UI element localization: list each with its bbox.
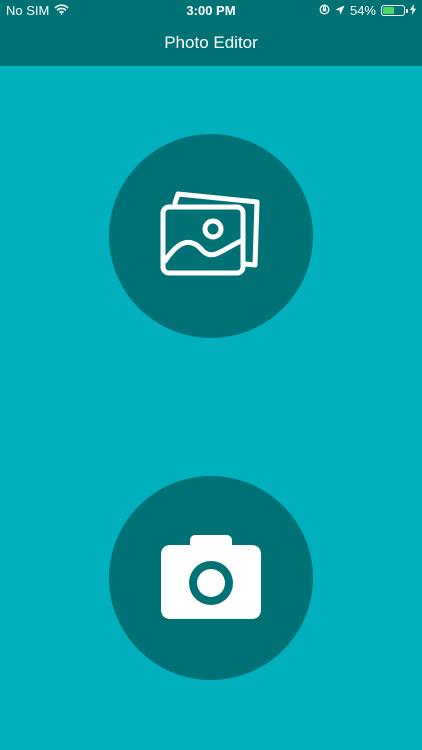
photo-gallery-icon	[159, 189, 263, 284]
battery-percent: 54%	[349, 3, 376, 18]
gallery-button[interactable]	[109, 134, 313, 338]
page-title: Photo Editor	[164, 33, 258, 52]
battery-level	[383, 7, 394, 14]
camera-icon	[159, 531, 263, 626]
location-arrow-icon	[335, 3, 345, 18]
battery-cap	[406, 9, 408, 13]
status-bar: No SIM 3:00 PM 54%	[0, 0, 422, 22]
camera-button[interactable]	[109, 476, 313, 680]
orientation-lock-icon	[319, 3, 330, 18]
battery-icon	[381, 5, 408, 16]
status-right: 54%	[319, 3, 416, 18]
top-bar: No SIM 3:00 PM 54% Photo Editor	[0, 0, 422, 66]
charging-bolt-icon	[410, 3, 416, 18]
